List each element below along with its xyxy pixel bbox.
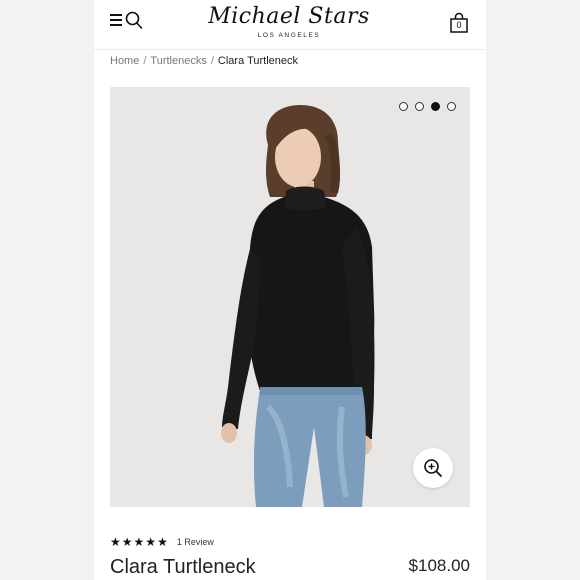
gallery-dot[interactable] — [399, 102, 408, 111]
gallery-dot[interactable] — [431, 102, 440, 111]
star-rating[interactable]: ★ ★ ★ ★ ★ — [110, 535, 168, 549]
site-header: Michael Stars LOS ANGELES 0 — [94, 0, 486, 50]
zoom-button[interactable] — [413, 448, 453, 488]
breadcrumb-current: Clara Turtleneck — [217, 55, 299, 67]
breadcrumb-home[interactable]: Home — [110, 55, 139, 67]
breadcrumb-separator: / — [210, 55, 214, 67]
star-icon: ★ — [121, 535, 133, 549]
breadcrumb-separator: / — [143, 55, 147, 67]
zoom-in-icon — [424, 459, 442, 477]
product-price: $108.00 — [408, 556, 470, 575]
page-margin-left — [0, 0, 94, 580]
star-icon: ★ — [157, 535, 168, 549]
product-title: Clara Turtleneck — [110, 556, 256, 578]
product-image-gallery[interactable] — [110, 87, 470, 507]
logo-wordmark: Michael Stars — [208, 4, 370, 29]
star-icon: ★ — [145, 535, 157, 549]
cart-count: 0 — [456, 20, 462, 30]
brand-logo[interactable]: Michael Stars LOS ANGELES — [194, 4, 384, 44]
search-button[interactable] — [125, 10, 145, 32]
cart-button[interactable]: 0 — [448, 12, 470, 34]
product-photo — [110, 87, 470, 507]
gallery-dot[interactable] — [447, 102, 456, 111]
review-count-link[interactable]: 1 Review — [177, 537, 214, 547]
gallery-dot[interactable] — [415, 102, 424, 111]
menu-icon — [110, 14, 122, 26]
star-icon: ★ — [133, 535, 145, 549]
logo-subtitle: LOS ANGELES — [257, 32, 321, 39]
product-page: Michael Stars LOS ANGELES 0 Home / Turtlen… — [94, 0, 486, 580]
search-icon — [125, 11, 143, 29]
star-icon: ★ — [110, 535, 121, 549]
page-margin-right — [486, 0, 580, 580]
breadcrumb-turtlenecks[interactable]: Turtlenecks — [150, 55, 206, 67]
breadcrumb: Home / Turtlenecks / Clara Turtleneck — [110, 55, 298, 67]
gallery-pagination — [399, 102, 456, 111]
product-rating: ★ ★ ★ ★ ★ 1 Review — [110, 535, 214, 549]
